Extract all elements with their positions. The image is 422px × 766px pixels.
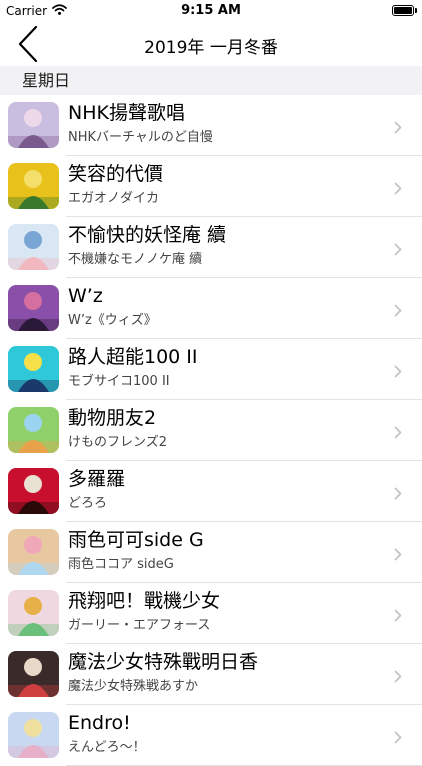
chevron-right-icon xyxy=(394,241,402,256)
item-title: 飛翔吧！戰機少女 xyxy=(68,590,221,612)
navigation-bar: 2019年 一月冬番 xyxy=(0,22,422,66)
battery-cap xyxy=(415,8,417,13)
item-subtitle: NHKバーチャルのど自慢 xyxy=(68,130,213,145)
item-title: 動物朋友2 xyxy=(68,407,157,429)
cover-thumbnail xyxy=(8,285,59,331)
item-subtitle: 魔法少女特殊戦あすか xyxy=(68,679,199,694)
item-title: 路人超能100 II xyxy=(68,346,198,368)
item-title: 雨色可可side G xyxy=(68,529,204,551)
chevron-right-icon xyxy=(394,119,402,134)
chevron-right-icon xyxy=(394,546,402,561)
cover-thumbnail xyxy=(8,590,59,636)
list-item[interactable]: 不愉快的妖怪庵 續不機嫌なモノノケ庵 續 xyxy=(0,217,422,278)
item-title: NHK揚聲歌唱 xyxy=(68,102,185,124)
item-title: 笑容的代價 xyxy=(68,163,164,185)
item-subtitle: エガオノダイカ xyxy=(68,191,160,206)
cover-thumbnail xyxy=(8,651,59,697)
item-subtitle: モブサイコ100 II xyxy=(68,374,170,389)
page-title: 2019年 一月冬番 xyxy=(144,38,278,58)
chevron-right-icon xyxy=(394,485,402,500)
list-item[interactable]: 路人超能100 II モブサイコ100 II xyxy=(0,339,422,400)
item-subtitle: ガーリー・エアフォース xyxy=(68,618,211,633)
list-item[interactable]: Endro! えんどろ～！ xyxy=(0,705,422,766)
status-time: 9:15 AM xyxy=(181,3,241,18)
item-subtitle: W’z《ウィズ》 xyxy=(68,313,157,328)
back-button[interactable] xyxy=(10,22,46,66)
list-item[interactable]: 動物朋友2 けものフレンズ2 xyxy=(0,400,422,461)
item-title: 不愉快的妖怪庵 續 xyxy=(68,224,227,246)
section-header: 星期日 xyxy=(0,66,422,95)
chevron-right-icon xyxy=(394,607,402,622)
chevron-right-icon xyxy=(394,668,402,683)
item-subtitle: どろろ xyxy=(68,496,108,511)
chevron-right-icon xyxy=(394,424,402,439)
list-item[interactable]: NHK揚聲歌唱 NHKバーチャルのど自慢 xyxy=(0,95,422,156)
item-title: 多羅羅 xyxy=(68,468,126,490)
list-item[interactable]: 飛翔吧！戰機少女ガーリー・エアフォース xyxy=(0,583,422,644)
cover-thumbnail xyxy=(8,102,59,148)
cover-thumbnail xyxy=(8,468,59,514)
item-title: 魔法少女特殊戰明日香 xyxy=(68,651,259,673)
cover-thumbnail xyxy=(8,346,59,392)
list-item[interactable]: 笑容的代價エガオノダイカ xyxy=(0,156,422,217)
list-item[interactable]: 多羅羅 どろろ xyxy=(0,461,422,522)
chevron-right-icon xyxy=(394,180,402,195)
cover-thumbnail xyxy=(8,407,59,453)
cover-thumbnail xyxy=(8,163,59,209)
list-item[interactable]: 魔法少女特殊戰明日香魔法少女特殊戦あすか xyxy=(0,644,422,705)
anime-list: NHK揚聲歌唱 NHKバーチャルのど自慢笑容的代價エガオノダイカ不愉快的妖怪庵 續… xyxy=(0,95,422,766)
list-item[interactable]: 雨色可可side G 雨色ココア sideG xyxy=(0,522,422,583)
item-subtitle: 不機嫌なモノノケ庵 續 xyxy=(68,252,203,267)
item-title: W’z xyxy=(68,285,103,307)
cover-thumbnail xyxy=(8,712,59,758)
chevron-left-icon xyxy=(18,25,38,63)
chevron-right-icon xyxy=(394,729,402,744)
item-title: Endro! xyxy=(68,712,131,734)
item-subtitle: えんどろ～！ xyxy=(68,740,146,755)
cover-thumbnail xyxy=(8,224,59,270)
cover-thumbnail xyxy=(8,529,59,575)
item-subtitle: 雨色ココア sideG xyxy=(68,557,174,572)
list-item[interactable]: W’z W’z《ウィズ》 xyxy=(0,278,422,339)
item-subtitle: けものフレンズ2 xyxy=(68,435,168,450)
chevron-right-icon xyxy=(394,363,402,378)
status-bar: Carrier 9:15 AM xyxy=(0,0,422,22)
battery-icon xyxy=(392,5,414,16)
chevron-right-icon xyxy=(394,302,402,317)
